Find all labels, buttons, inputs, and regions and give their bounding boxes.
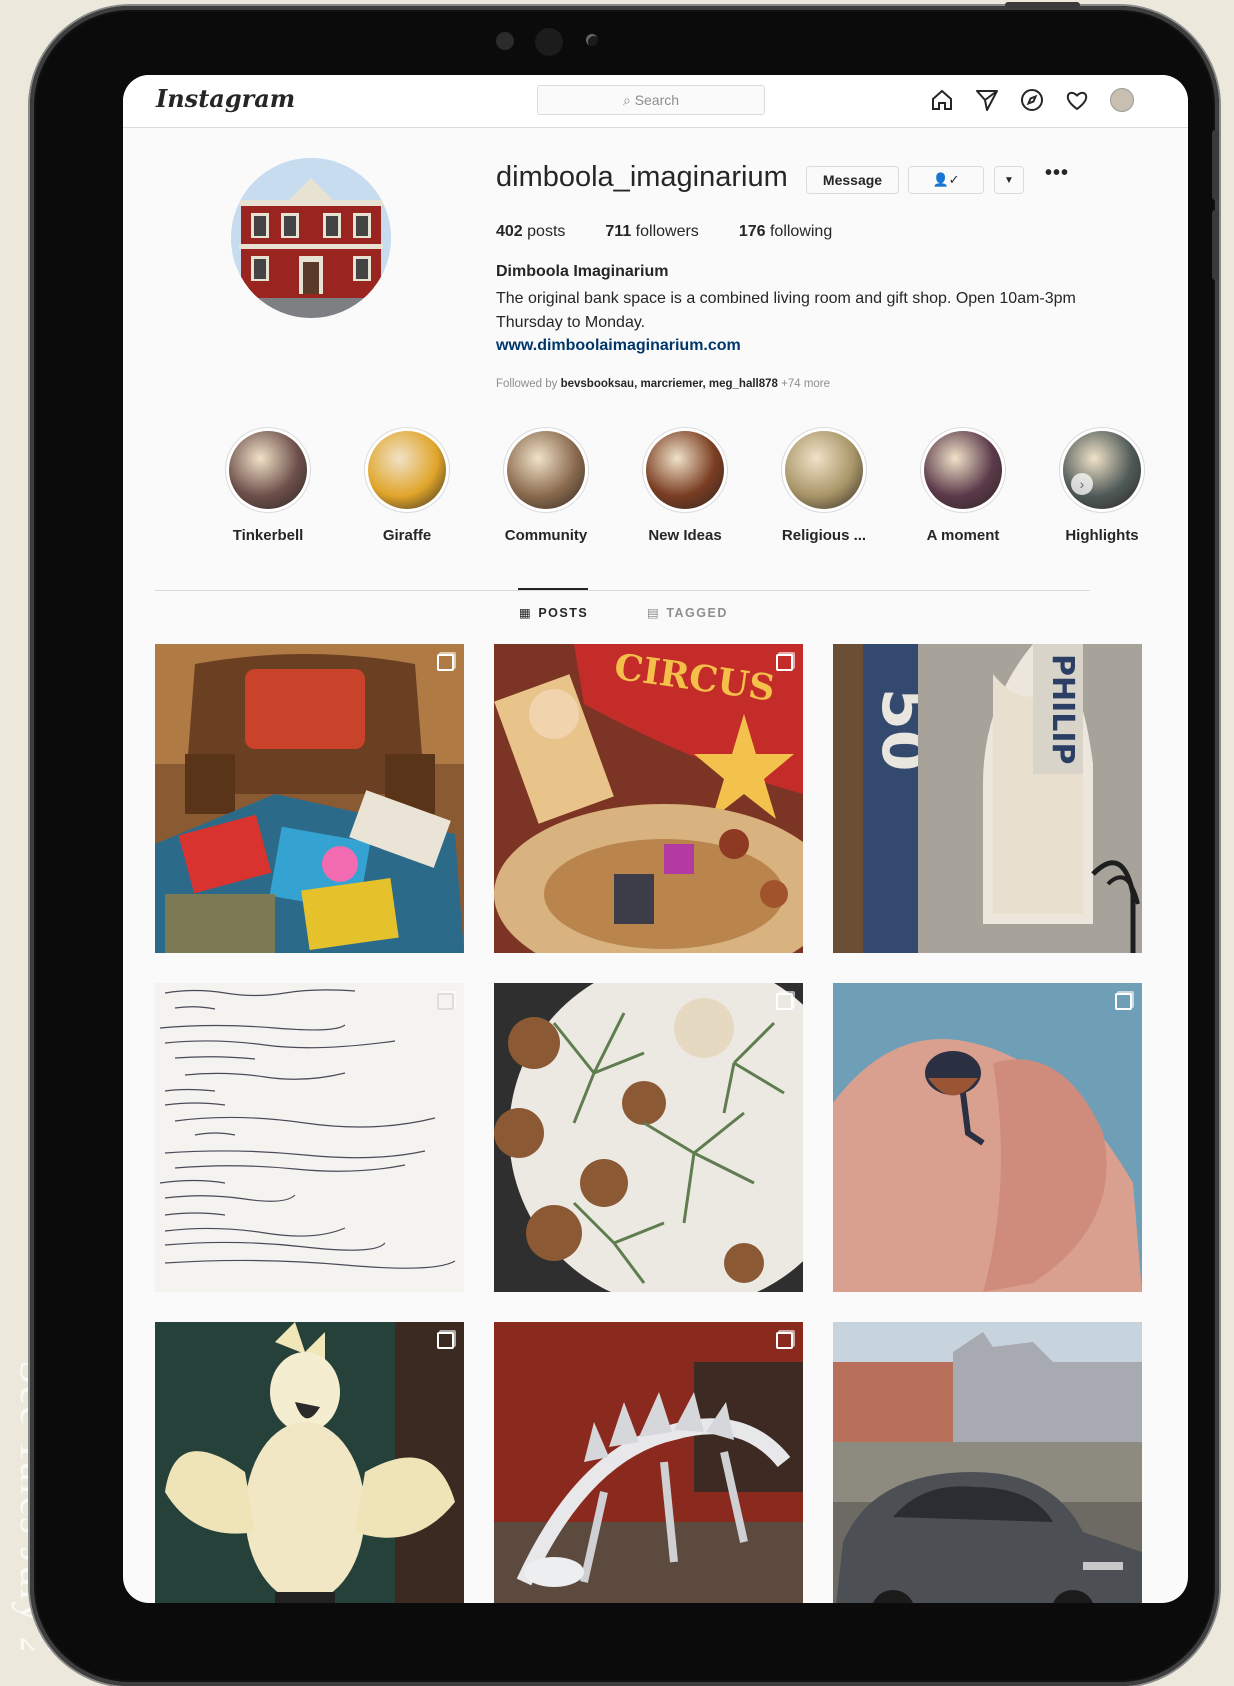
instagram-logo[interactable]: Instagram bbox=[156, 84, 295, 113]
followers-stat[interactable]: 711 followers bbox=[605, 223, 698, 241]
highlight-cover[interactable] bbox=[781, 427, 867, 513]
highlight-item[interactable]: A moment bbox=[893, 427, 1033, 544]
multiple-images-icon bbox=[437, 654, 454, 671]
tabs-divider bbox=[155, 590, 1090, 591]
highlight-thumbnail bbox=[924, 431, 1002, 509]
message-button[interactable]: Message bbox=[806, 166, 899, 194]
highlight-cover[interactable] bbox=[642, 427, 728, 513]
highlight-label: New Ideas bbox=[648, 527, 722, 544]
tagged-icon: ▤ bbox=[647, 606, 661, 620]
activity-heart-icon[interactable] bbox=[1064, 87, 1090, 113]
highlight-thumbnail bbox=[229, 431, 307, 509]
direct-icon[interactable] bbox=[974, 87, 1000, 113]
top-navigation-bar: Instagram ⌕ Search bbox=[123, 75, 1188, 128]
multiple-images-icon bbox=[776, 654, 793, 671]
user-check-icon: 👤✓ bbox=[932, 172, 960, 187]
grid-icon: ▦ bbox=[519, 606, 533, 620]
highlight-label: Highlights bbox=[1065, 527, 1139, 544]
highlight-item[interactable]: Tinkerbell bbox=[198, 427, 338, 544]
highlight-cover[interactable] bbox=[364, 427, 450, 513]
profile-bio: The original bank space is a combined li… bbox=[496, 290, 1076, 331]
suggested-dropdown-button[interactable]: ▼ bbox=[994, 166, 1024, 194]
highlight-item[interactable]: Highlights bbox=[1032, 427, 1172, 544]
following-stat[interactable]: 176 following bbox=[739, 223, 832, 241]
active-tab-indicator bbox=[518, 588, 588, 590]
story-highlights: Tinkerbell Giraffe Community New Ideas Relig… bbox=[198, 427, 1145, 557]
highlight-thumbnail bbox=[368, 431, 446, 509]
post-tile[interactable]: CIRCUS bbox=[494, 644, 803, 953]
multiple-images-icon bbox=[776, 993, 793, 1010]
post-tile[interactable] bbox=[494, 1322, 803, 1603]
highlight-thumbnail bbox=[1063, 431, 1141, 509]
browser-screen: Instagram ⌕ Search dimboola_imaginarium … bbox=[123, 75, 1188, 1603]
profile-picture[interactable] bbox=[231, 158, 391, 318]
posts-stat[interactable]: 402 posts bbox=[496, 223, 565, 241]
multiple-images-icon bbox=[1115, 993, 1132, 1010]
profile-avatar-icon[interactable] bbox=[1109, 87, 1135, 113]
highlight-thumbnail bbox=[507, 431, 585, 509]
highlight-item[interactable]: Giraffe bbox=[337, 427, 477, 544]
highlight-cover[interactable] bbox=[225, 427, 311, 513]
following-button[interactable]: 👤✓ bbox=[908, 166, 984, 194]
post-tile[interactable]: 50 PHILIP bbox=[833, 644, 1142, 953]
profile-full-name: Dimboola Imaginarium bbox=[496, 263, 669, 280]
power-button bbox=[1005, 2, 1080, 8]
search-input[interactable]: ⌕ Search bbox=[537, 85, 765, 115]
camera-lens bbox=[535, 28, 563, 56]
search-placeholder: Search bbox=[634, 92, 680, 108]
more-options-icon[interactable]: ••• bbox=[1045, 162, 1069, 185]
post-tile[interactable] bbox=[155, 983, 464, 1292]
post-tile[interactable] bbox=[494, 983, 803, 1292]
profile-website-link[interactable]: www.dimboolaimaginarium.com bbox=[496, 337, 741, 355]
post-tile[interactable] bbox=[155, 644, 464, 953]
search-icon: ⌕ bbox=[622, 92, 631, 108]
multiple-images-icon bbox=[437, 1332, 454, 1349]
highlight-cover[interactable] bbox=[1059, 427, 1145, 513]
highlight-thumbnail bbox=[785, 431, 863, 509]
chevron-down-icon: ▼ bbox=[1004, 174, 1014, 186]
highlight-thumbnail bbox=[646, 431, 724, 509]
highlight-item[interactable]: Religious ... bbox=[754, 427, 894, 544]
post-tile[interactable] bbox=[833, 983, 1142, 1292]
post-tile[interactable] bbox=[155, 1322, 464, 1603]
explore-icon[interactable] bbox=[1019, 87, 1045, 113]
highlight-item[interactable]: Community bbox=[476, 427, 616, 544]
highlight-label: Religious ... bbox=[781, 527, 867, 544]
highlight-label: Tinkerbell bbox=[232, 527, 304, 544]
sensor-light bbox=[586, 34, 598, 46]
tab-tagged[interactable]: ▤ TAGGED bbox=[647, 605, 728, 621]
volume-down-button bbox=[1212, 210, 1219, 280]
tab-posts[interactable]: ▦ POSTS bbox=[519, 605, 588, 621]
svg-text:PHILIP: PHILIP bbox=[1045, 654, 1080, 765]
profile-stats: 402 posts 711 followers 176 following bbox=[496, 223, 872, 241]
multiple-images-icon bbox=[776, 1332, 793, 1349]
multiple-images-icon bbox=[437, 993, 454, 1010]
home-icon[interactable] bbox=[929, 87, 955, 113]
followed-by-text[interactable]: Followed by bevsbooksau, marcriemer, meg… bbox=[496, 378, 830, 390]
sensor-dot bbox=[496, 32, 514, 50]
highlight-cover[interactable] bbox=[503, 427, 589, 513]
highlight-label: Giraffe bbox=[382, 527, 432, 544]
post-tile[interactable] bbox=[833, 1322, 1142, 1603]
profile-username: dimboola_imaginarium bbox=[496, 161, 788, 193]
highlights-next-arrow[interactable]: › bbox=[1071, 473, 1093, 495]
tablet-frame: Instagram ⌕ Search dimboola_imaginarium … bbox=[30, 2, 1219, 1686]
highlight-label: Community bbox=[504, 527, 588, 544]
highlight-cover[interactable] bbox=[920, 427, 1006, 513]
highlight-item[interactable]: New Ideas bbox=[615, 427, 755, 544]
volume-up-button bbox=[1212, 130, 1219, 200]
highlight-label: A moment bbox=[926, 527, 1000, 544]
